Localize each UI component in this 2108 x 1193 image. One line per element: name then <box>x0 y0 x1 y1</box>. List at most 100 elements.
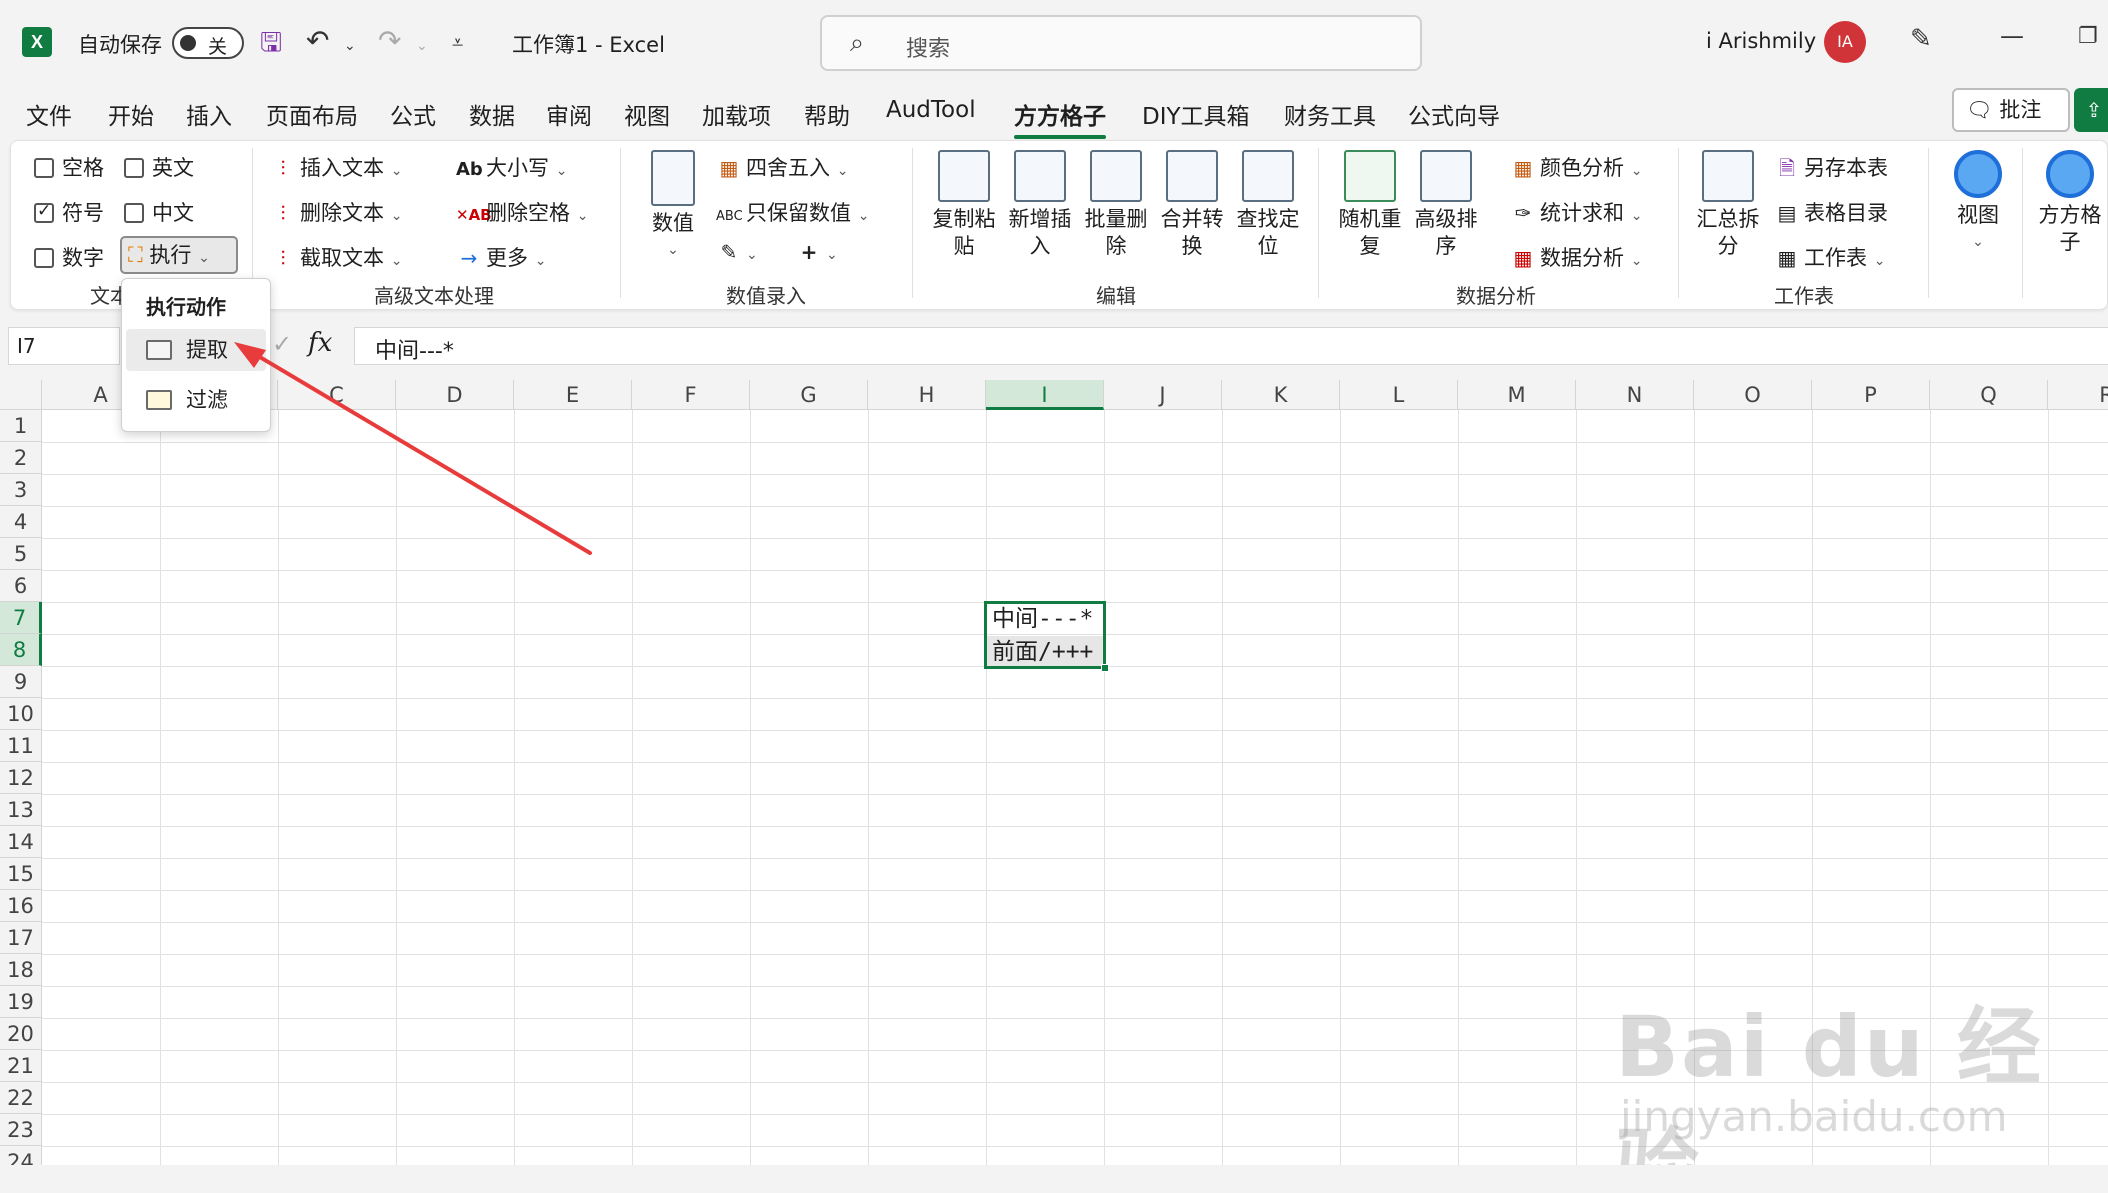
column-header-Q[interactable]: Q <box>1930 380 2048 410</box>
column-header-H[interactable]: H <box>868 380 986 410</box>
view-button[interactable]: 视图 ⌄ <box>1942 150 2014 256</box>
column-header-C[interactable]: C <box>278 380 396 410</box>
redo-icon[interactable]: ↷ <box>378 24 401 57</box>
round-button[interactable]: ▦ 四舍五入 ⌄ <box>716 152 849 182</box>
column-header-P[interactable]: P <box>1812 380 1930 410</box>
menu-item-extract[interactable]: 提取 <box>126 329 266 371</box>
row-header-8[interactable]: 8 <box>0 634 42 666</box>
row-header-12[interactable]: 12 <box>0 762 42 794</box>
tab-finance-tools[interactable]: 财务工具 <box>1284 97 1376 131</box>
row-header-3[interactable]: 3 <box>0 474 42 506</box>
row-header-4[interactable]: 4 <box>0 506 42 538</box>
row-header-1[interactable]: 1 <box>0 410 42 442</box>
row-header-16[interactable]: 16 <box>0 890 42 922</box>
minimize-icon[interactable]: — <box>2000 22 2024 50</box>
tab-data[interactable]: 数据 <box>469 97 515 131</box>
edit-numeric-button[interactable]: ✎ ⌄ <box>716 240 758 264</box>
cut-text-button[interactable]: ⫶ 截取文本 ⌄ <box>270 242 403 272</box>
ffgz-button[interactable]: 方方格子 <box>2034 150 2106 256</box>
tab-formula-wizard[interactable]: 公式向导 <box>1408 97 1500 131</box>
copy-paste-button[interactable]: 复制粘贴 <box>928 150 1000 260</box>
customize-toolbar-icon[interactable]: ⩡ <box>452 30 463 54</box>
column-header-L[interactable]: L <box>1340 380 1458 410</box>
tab-audtool[interactable]: AudTool <box>886 97 976 123</box>
batch-delete-button[interactable]: 批量删除 <box>1080 150 1152 260</box>
fill-handle[interactable] <box>1101 664 1109 672</box>
menu-item-filter[interactable]: 过滤 <box>126 379 266 421</box>
fx-icon[interactable]: fx <box>308 328 332 358</box>
table-toc-button[interactable]: ▤ 表格目录 <box>1774 197 1888 227</box>
insert-text-button[interactable]: ⫶ 插入文本 ⌄ <box>270 152 403 182</box>
column-header-E[interactable]: E <box>514 380 632 410</box>
row-header-22[interactable]: 22 <box>0 1082 42 1114</box>
delete-space-button[interactable]: ✕AB删除空格 ⌄ <box>456 197 588 227</box>
tab-insert[interactable]: 插入 <box>186 97 232 131</box>
new-insert-button[interactable]: 新增插入 <box>1004 150 1076 260</box>
execute-button[interactable]: ⛶ 执行 ⌄ <box>120 236 238 274</box>
user-name[interactable]: i Arishmily <box>1706 29 1816 53</box>
tab-help[interactable]: 帮助 <box>804 97 850 131</box>
row-header-19[interactable]: 19 <box>0 986 42 1018</box>
column-header-F[interactable]: F <box>632 380 750 410</box>
comments-button[interactable]: 🗨 批注 <box>1952 88 2070 132</box>
row-header-7[interactable]: 7 <box>0 602 42 634</box>
undo-icon[interactable]: ↶ <box>306 24 329 57</box>
row-header-2[interactable]: 2 <box>0 442 42 474</box>
save-icon[interactable]: 🖫 <box>260 24 282 68</box>
row-header-20[interactable]: 20 <box>0 1018 42 1050</box>
row-header-13[interactable]: 13 <box>0 794 42 826</box>
summary-split-button[interactable]: 汇总拆分 <box>1692 150 1764 260</box>
formula-input[interactable]: 中间---* <box>354 327 2108 365</box>
checkbox-english[interactable]: 英文 <box>124 152 194 182</box>
pen-icon[interactable]: ✎ <box>1910 24 1932 54</box>
tab-home[interactable]: 开始 <box>108 97 154 131</box>
merge-convert-button[interactable]: 合并转换 <box>1156 150 1228 260</box>
data-analysis-button[interactable]: ▦ 数据分析 ⌄ <box>1510 242 1643 272</box>
undo-dropdown-icon[interactable]: ⌄ <box>344 38 356 54</box>
checkbox-symbol[interactable]: 符号 <box>34 197 104 227</box>
column-header-K[interactable]: K <box>1222 380 1340 410</box>
row-header-18[interactable]: 18 <box>0 954 42 986</box>
select-all-corner[interactable] <box>0 380 42 410</box>
row-header-14[interactable]: 14 <box>0 826 42 858</box>
column-header-I[interactable]: I <box>986 380 1104 410</box>
row-header-15[interactable]: 15 <box>0 858 42 890</box>
advanced-sort-button[interactable]: 高级排序 <box>1410 150 1482 260</box>
numeric-button[interactable]: 数值 ⌄ <box>640 150 706 264</box>
tab-review[interactable]: 审阅 <box>546 97 592 131</box>
checkbox-chinese[interactable]: 中文 <box>124 197 194 227</box>
row-header-10[interactable]: 10 <box>0 698 42 730</box>
tab-formulas[interactable]: 公式 <box>390 97 436 131</box>
tab-file[interactable]: 文件 <box>26 97 72 131</box>
worksheet-button[interactable]: ▦ 工作表 ⌄ <box>1774 242 1886 272</box>
share-button[interactable]: ⇪ <box>2074 88 2108 132</box>
redo-dropdown-icon[interactable]: ⌄ <box>416 38 428 54</box>
column-header-O[interactable]: O <box>1694 380 1812 410</box>
column-header-R[interactable]: R <box>2048 380 2108 410</box>
row-header-11[interactable]: 11 <box>0 730 42 762</box>
row-header-9[interactable]: 9 <box>0 666 42 698</box>
row-header-23[interactable]: 23 <box>0 1114 42 1146</box>
row-header-6[interactable]: 6 <box>0 570 42 602</box>
tab-page-layout[interactable]: 页面布局 <box>266 97 358 131</box>
tab-addins[interactable]: 加载项 <box>702 97 771 131</box>
tab-ffgz[interactable]: 方方格子 <box>1014 97 1106 139</box>
row-header-17[interactable]: 17 <box>0 922 42 954</box>
row-header-5[interactable]: 5 <box>0 538 42 570</box>
confirm-icon[interactable]: ✓ <box>272 330 292 358</box>
keep-numeric-button[interactable]: ABC 只保留数值 ⌄ <box>716 197 869 227</box>
column-header-D[interactable]: D <box>396 380 514 410</box>
checkbox-space[interactable]: 空格 <box>34 152 104 182</box>
find-locate-button[interactable]: 查找定位 <box>1232 150 1304 260</box>
color-analysis-button[interactable]: ▦ 颜色分析 ⌄ <box>1510 152 1643 182</box>
search-box[interactable]: ⌕ 搜索 <box>820 15 1422 71</box>
case-button[interactable]: Ab 大小写 ⌄ <box>456 152 567 182</box>
tab-diy-toolbox[interactable]: DIY工具箱 <box>1142 97 1250 131</box>
column-header-N[interactable]: N <box>1576 380 1694 410</box>
column-header-J[interactable]: J <box>1104 380 1222 410</box>
row-header-21[interactable]: 21 <box>0 1050 42 1082</box>
name-box[interactable]: I7 <box>8 327 120 365</box>
delete-text-button[interactable]: ⫶ 删除文本 ⌄ <box>270 197 403 227</box>
column-header-G[interactable]: G <box>750 380 868 410</box>
column-header-M[interactable]: M <box>1458 380 1576 410</box>
